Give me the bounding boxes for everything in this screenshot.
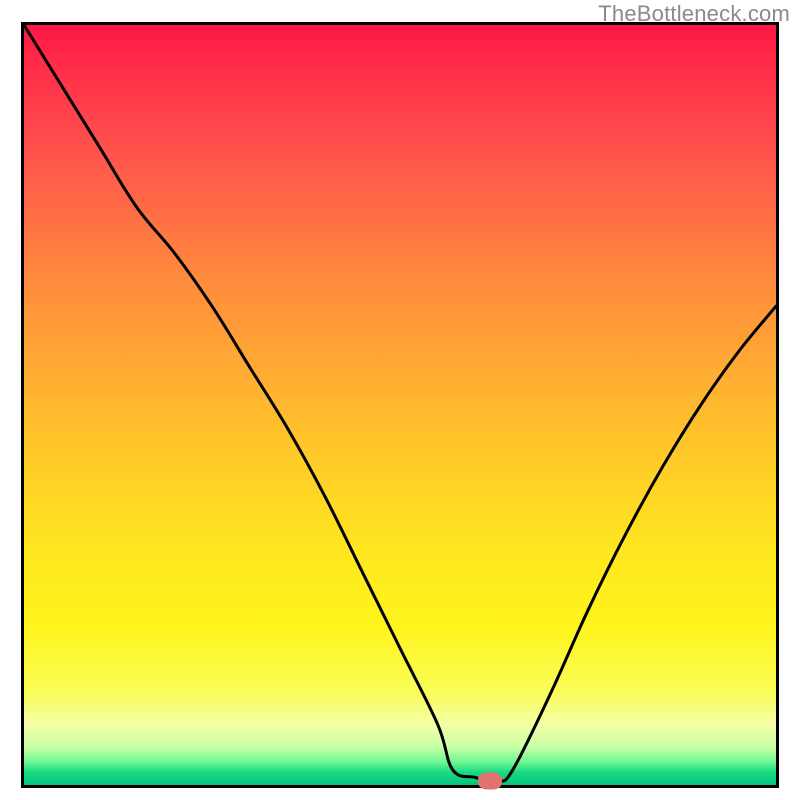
chart-container: TheBottleneck.com <box>0 0 800 800</box>
plot-area <box>21 22 779 788</box>
optimal-point-marker <box>478 773 502 790</box>
watermark-text: TheBottleneck.com <box>598 1 790 27</box>
background-gradient <box>24 25 776 785</box>
